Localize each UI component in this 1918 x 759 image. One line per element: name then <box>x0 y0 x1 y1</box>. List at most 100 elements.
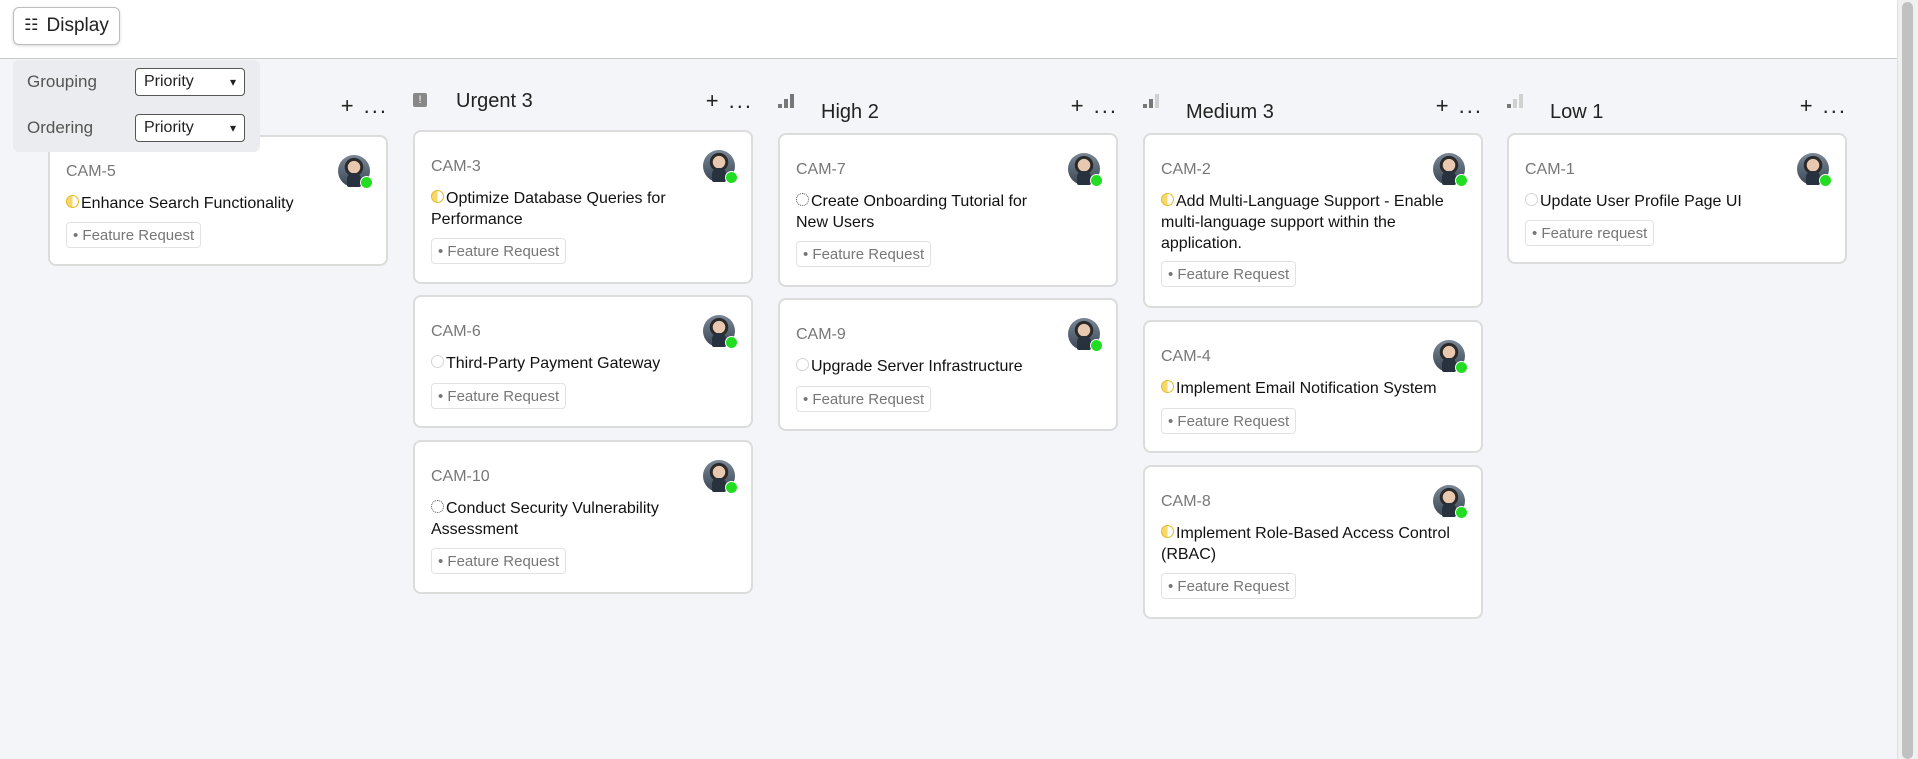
ticket-card[interactable]: CAM-9 Upgrade Server Infrastructure • Fe… <box>778 298 1118 431</box>
column-header: ! Urgent 3 + ... <box>413 88 753 128</box>
column-add-button[interactable]: + ... <box>1436 93 1483 119</box>
column-add-button[interactable]: + ... <box>1800 93 1847 119</box>
todo-icon <box>1525 193 1538 206</box>
ordering-select[interactable]: Priority ▾ <box>135 114 245 142</box>
ticket-id: CAM-10 <box>431 468 490 485</box>
online-status-dot <box>1090 174 1103 187</box>
in-progress-icon <box>431 190 444 203</box>
todo-icon <box>796 358 809 371</box>
online-status-dot <box>1455 361 1468 374</box>
ticket-title: Upgrade Server Infrastructure <box>796 356 1056 377</box>
urgent-icon: ! <box>413 93 427 107</box>
ticket-title: Implement Role-Based Access Control (RBA… <box>1161 525 1450 563</box>
todo-icon <box>431 355 444 368</box>
ticket-title: Add Multi-Language Support - Enable mult… <box>1161 193 1444 252</box>
ticket-tag: • Feature Request <box>431 238 567 264</box>
online-status-dot <box>725 336 738 349</box>
ticket-title: Third-Party Payment Gateway <box>431 353 691 374</box>
avatar <box>1797 153 1832 187</box>
ordering-select-value: Priority <box>144 119 194 136</box>
ticket-card[interactable]: CAM-8 Implement Role-Based Access Contro… <box>1143 465 1483 619</box>
ticket-id: CAM-6 <box>431 323 481 340</box>
in-progress-icon <box>1161 525 1174 538</box>
display-button-label: Display <box>46 15 109 36</box>
ticket-tag: • Feature Request <box>431 383 567 409</box>
column-add-button[interactable]: + ... <box>1071 93 1118 119</box>
ticket-tag: • Feature Request <box>1161 408 1297 434</box>
ticket-card[interactable]: CAM-3 Optimize Database Queries for Perf… <box>413 130 753 284</box>
ticket-title: Enhance Search Functionality <box>66 193 326 214</box>
ticket-id: CAM-4 <box>1161 348 1211 365</box>
chevron-down-icon: ▾ <box>229 121 236 135</box>
ticket-card[interactable]: CAM-7 Create Onboarding Tutorial for New… <box>778 133 1118 287</box>
online-status-dot <box>1090 339 1103 352</box>
ticket-card[interactable]: CAM-1 Update User Profile Page UI • Feat… <box>1507 133 1847 264</box>
ticket-title: Conduct Security Vulnerability Assessmen… <box>431 500 659 538</box>
list-icon: ☷ <box>24 17 39 34</box>
ticket-id: CAM-3 <box>431 158 481 175</box>
ticket-card[interactable]: CAM-10 Conduct Security Vulnerability As… <box>413 440 753 594</box>
column-title: Medium 3 <box>1186 101 1274 123</box>
in-progress-icon <box>66 195 79 208</box>
ticket-tag: • Feature Request <box>796 241 932 267</box>
avatar <box>703 150 738 184</box>
online-status-dot <box>725 171 738 184</box>
grouping-row: Grouping Priority ▾ <box>27 68 245 96</box>
vertical-scrollbar[interactable] <box>1897 0 1918 759</box>
avatar <box>338 155 373 189</box>
ordering-label: Ordering <box>27 118 94 137</box>
ticket-card[interactable]: CAM-4 Implement Email Notification Syste… <box>1143 320 1483 453</box>
online-status-dot <box>1455 506 1468 519</box>
signal-medium-icon <box>1143 94 1161 111</box>
ticket-card[interactable]: CAM-5 Enhance Search Functionality • Fea… <box>48 135 388 266</box>
avatar <box>703 460 738 494</box>
ticket-title: Create Onboarding Tutorial for New Users <box>796 193 1028 231</box>
ordering-row: Ordering Priority ▾ <box>27 114 245 142</box>
ticket-title: Implement Email Notification System <box>1161 378 1461 399</box>
in-progress-icon <box>1161 193 1174 206</box>
column-header: Medium 3 + ... <box>1143 88 1483 128</box>
chevron-down-icon: ▾ <box>229 75 236 89</box>
avatar <box>1433 153 1468 187</box>
ticket-id: CAM-2 <box>1161 161 1211 178</box>
grouping-label: Grouping <box>27 72 97 91</box>
ticket-tag: • Feature Request <box>66 222 202 248</box>
column-add-button[interactable]: + ... <box>706 88 753 114</box>
display-button[interactable]: ☷ Display <box>13 7 120 45</box>
column-header: Low 1 + ... <box>1507 88 1847 128</box>
ticket-tag: • Feature Request <box>431 548 567 574</box>
online-status-dot <box>1455 174 1468 187</box>
ticket-title: Optimize Database Queries for Performanc… <box>431 190 666 228</box>
backlog-icon <box>431 500 444 513</box>
avatar <box>1433 340 1468 374</box>
signal-low-icon <box>1507 94 1525 111</box>
column-header: High 2 + ... <box>778 88 1118 128</box>
ticket-id: CAM-7 <box>796 161 846 178</box>
ticket-card[interactable]: CAM-2 Add Multi-Language Support - Enabl… <box>1143 133 1483 308</box>
ticket-tag: • Feature Request <box>1161 573 1297 599</box>
ticket-tag: • Feature Request <box>1161 261 1297 287</box>
scrollbar-thumb[interactable] <box>1902 2 1913 759</box>
top-toolbar: ☷ Display <box>0 0 1898 59</box>
grouping-select[interactable]: Priority ▾ <box>135 68 245 96</box>
ticket-id: CAM-8 <box>1161 493 1211 510</box>
ticket-id: CAM-9 <box>796 326 846 343</box>
ticket-tag: • Feature Request <box>796 386 932 412</box>
ticket-card[interactable]: CAM-6 Third-Party Payment Gateway • Feat… <box>413 295 753 428</box>
ticket-tag: • Feature request <box>1525 220 1655 246</box>
ticket-title: Update User Profile Page UI <box>1525 191 1785 212</box>
avatar <box>703 315 738 349</box>
avatar <box>1433 485 1468 519</box>
online-status-dot <box>725 481 738 494</box>
ticket-id: CAM-5 <box>66 163 116 180</box>
avatar <box>1068 318 1103 352</box>
online-status-dot <box>1819 174 1832 187</box>
column-add-button[interactable]: + ... <box>341 93 388 119</box>
column-title: Urgent 3 <box>456 90 533 112</box>
signal-high-icon <box>778 94 796 111</box>
grouping-select-value: Priority <box>144 73 194 90</box>
avatar <box>1068 153 1103 187</box>
online-status-dot <box>360 176 373 189</box>
in-progress-icon <box>1161 380 1174 393</box>
ticket-id: CAM-1 <box>1525 161 1575 178</box>
